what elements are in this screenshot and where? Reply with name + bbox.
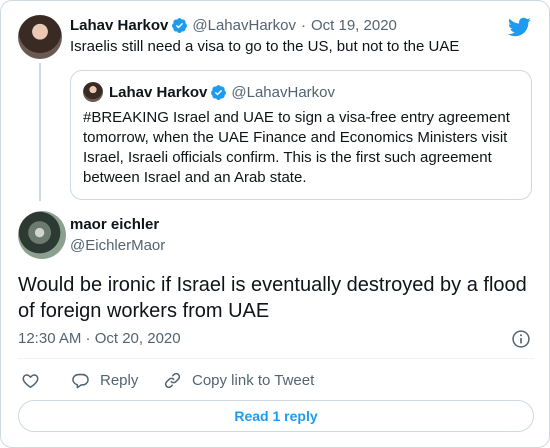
info-icon[interactable]	[511, 329, 531, 349]
quoted-author-name: Lahav Harkov	[109, 83, 208, 101]
copy-link-button[interactable]: Copy link to Tweet	[163, 369, 314, 391]
main-handle[interactable]: @EichlerMaor	[70, 237, 165, 254]
parent-date[interactable]: Oct 19, 2020	[311, 17, 397, 34]
like-button[interactable]	[21, 369, 50, 391]
reply-button[interactable]: Reply	[71, 369, 138, 391]
quoted-tweet[interactable]: Lahav Harkov @LahavHarkov #BREAKING Isra…	[70, 70, 532, 200]
divider	[18, 358, 534, 359]
parent-author-name[interactable]: Lahav Harkov	[70, 17, 168, 34]
link-icon	[164, 372, 181, 388]
twitter-bird-icon[interactable]	[507, 15, 531, 39]
main-tweet-text: Would be ironic if Israel is eventually …	[18, 274, 527, 322]
verified-badge-icon	[211, 84, 227, 100]
embedded-tweet-card: Lahav Harkov @LahavHarkov · Oct 19, 2020…	[0, 0, 550, 448]
quoted-avatar	[83, 82, 103, 102]
quoted-header: Lahav Harkov @LahavHarkov	[109, 82, 335, 102]
header-separator: ·	[301, 16, 306, 34]
speech-bubble-icon	[72, 373, 89, 388]
verified-badge-icon	[172, 17, 188, 33]
read-replies-button[interactable]: Read 1 reply	[18, 400, 534, 432]
parent-tweet-text: Israelis still need a visa to go to the …	[70, 38, 460, 55]
reply-label: Reply	[100, 371, 139, 389]
heart-icon	[22, 373, 39, 388]
main-avatar[interactable]	[18, 211, 66, 259]
thread-connector-line	[39, 63, 41, 201]
copy-link-label: Copy link to Tweet	[192, 371, 315, 389]
parent-avatar[interactable]	[18, 15, 62, 59]
quoted-tweet-text: #BREAKING Israel and UAE to sign a visa-…	[83, 109, 510, 186]
parent-header: Lahav Harkov @LahavHarkov · Oct 19, 2020	[70, 15, 397, 35]
quoted-handle: @LahavHarkov	[231, 83, 335, 101]
main-author-name[interactable]: maor eichler	[70, 216, 159, 233]
parent-handle[interactable]: @LahavHarkov	[192, 17, 296, 34]
main-timestamp[interactable]: 12:30 AM · Oct 20, 2020	[18, 330, 181, 347]
